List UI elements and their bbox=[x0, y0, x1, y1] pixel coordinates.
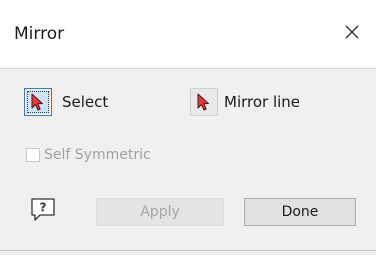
help-icon: ? bbox=[31, 198, 55, 221]
bottom-divider bbox=[0, 250, 376, 251]
cursor-select-icon bbox=[197, 93, 209, 111]
mirror-line-tool-label: Mirror line bbox=[224, 93, 301, 111]
close-button[interactable] bbox=[336, 16, 368, 48]
mirror-dialog: Mirror Select Mirror line Self Symmetric bbox=[0, 0, 376, 255]
self-symmetric-label: Self Symmetric bbox=[44, 147, 151, 163]
select-tool-icon-box[interactable] bbox=[24, 88, 52, 116]
self-symmetric-option[interactable]: Self Symmetric bbox=[26, 147, 151, 163]
dialog-title: Mirror bbox=[14, 24, 65, 44]
select-tool-button[interactable]: Select bbox=[24, 86, 108, 118]
select-tool-label: Select bbox=[62, 93, 109, 111]
help-button[interactable]: ? bbox=[26, 196, 60, 224]
svg-text:?: ? bbox=[40, 201, 47, 215]
self-symmetric-checkbox[interactable] bbox=[26, 148, 40, 162]
cursor-select-icon bbox=[31, 93, 43, 111]
done-button[interactable]: Done bbox=[244, 198, 356, 226]
mirror-line-tool-button[interactable]: Mirror line bbox=[190, 86, 300, 118]
apply-button[interactable]: Apply bbox=[96, 198, 224, 226]
mirror-line-tool-icon-box[interactable] bbox=[190, 88, 218, 116]
title-bar: Mirror bbox=[0, 0, 376, 69]
close-icon bbox=[345, 25, 359, 39]
